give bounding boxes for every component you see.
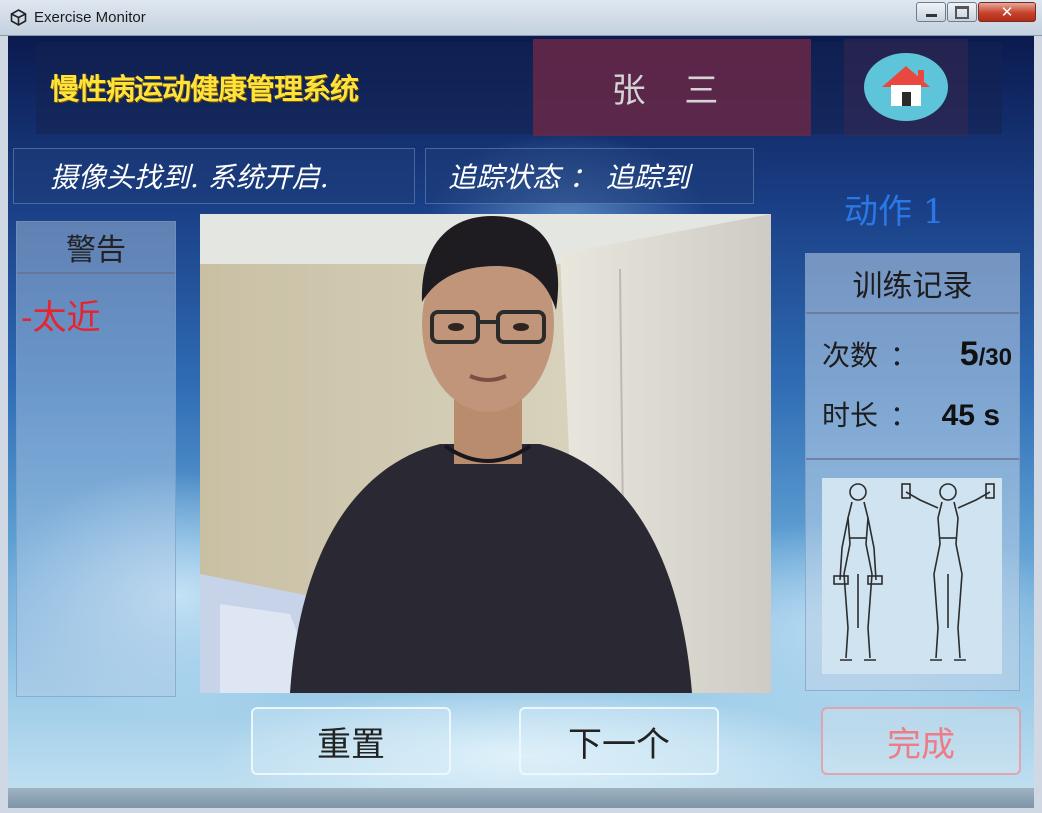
unity-app-icon — [10, 9, 27, 26]
tracking-status-box: 追踪状态 ： 追踪到 — [425, 148, 754, 204]
lateral-raise-illustration — [833, 483, 995, 661]
count-label: 次数 — [822, 339, 879, 372]
system-title: 慢性病运动健康管理系统 — [50, 72, 359, 106]
camera-feed-image — [200, 214, 771, 693]
warning-message: -太近 — [21, 298, 101, 338]
done-button[interactable]: 完成 — [821, 707, 1021, 775]
warning-title: 警告 — [17, 222, 175, 274]
window-title: Exercise Monitor — [34, 9, 146, 26]
record-divider — [806, 458, 1019, 460]
training-record-panel: 训练记录 次数 ： 5 /30 时长 ： 45 s — [805, 253, 1020, 691]
duration-colon: ： — [890, 399, 919, 432]
window-titlebar[interactable]: Exercise Monitor ✕ — [0, 0, 1042, 36]
duration-label: 时长 — [822, 399, 879, 432]
duration-value: 45 s — [941, 399, 1000, 432]
training-record-title: 训练记录 — [806, 254, 1019, 314]
minimize-button[interactable] — [916, 2, 946, 22]
count-value: 5 — [959, 335, 979, 373]
maximize-icon — [955, 5, 969, 19]
app-client-area: 慢性病运动健康管理系统 张 三 摄像头找到. 系统开启. 追踪状态 ： 追踪到 … — [8, 36, 1034, 808]
next-button[interactable]: 下一个 — [519, 707, 719, 775]
tracking-status-text: 追踪状态 ： 追踪到 — [448, 161, 690, 194]
count-colon: ： — [890, 339, 919, 372]
close-icon: ✕ — [1000, 3, 1014, 21]
user-name: 张 三 — [611, 71, 733, 111]
minimize-icon — [925, 14, 937, 17]
camera-feed — [200, 214, 771, 693]
reset-button[interactable]: 重置 — [251, 707, 451, 775]
exercise-illustration — [822, 478, 1002, 674]
maximize-button[interactable] — [947, 2, 977, 22]
home-button[interactable] — [864, 53, 948, 121]
close-button[interactable]: ✕ — [978, 2, 1036, 22]
home-icon — [882, 66, 930, 106]
home-box — [844, 39, 968, 136]
user-name-box: 张 三 — [533, 39, 811, 136]
duration-row: 时长 ： 45 s — [822, 394, 1012, 434]
action-label: 动作 1 — [844, 192, 945, 232]
camera-status-text: 摄像头找到. 系统开启. — [50, 161, 329, 194]
camera-status-box: 摄像头找到. 系统开启. — [13, 148, 415, 204]
bottom-status-bar — [8, 788, 1034, 808]
count-total: /30 — [978, 344, 1012, 371]
count-row: 次数 ： 5 /30 — [822, 334, 1012, 374]
warning-panel: 警告 -太近 — [16, 221, 176, 697]
